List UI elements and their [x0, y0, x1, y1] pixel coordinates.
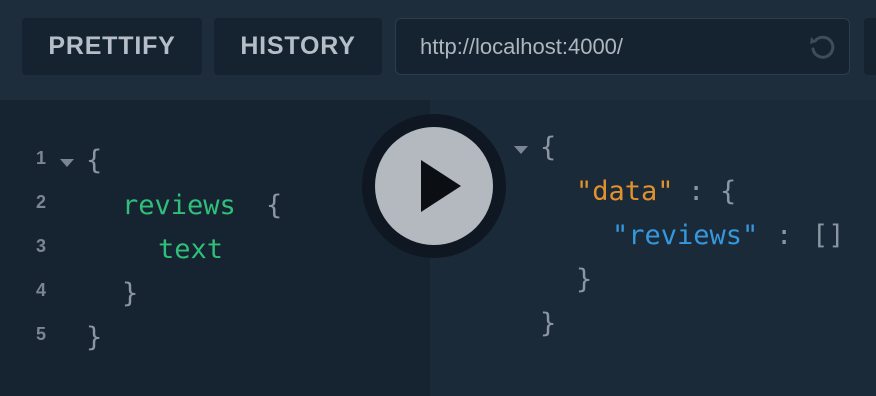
result-viewer: { "data" : { "reviews" : [] } }	[430, 100, 876, 396]
play-icon	[421, 160, 461, 212]
line-number: 4	[36, 280, 47, 300]
result-token: {	[720, 176, 737, 207]
history-button[interactable]: HISTORY	[214, 18, 382, 75]
toolbar: PRETTIFY HISTORY http://localhost:4000/	[0, 0, 876, 100]
result-token: :	[776, 220, 793, 251]
result-value-reviews: []	[812, 220, 845, 251]
code-token: }	[86, 322, 103, 353]
execute-query-button[interactable]	[362, 114, 506, 258]
query-editor[interactable]: 1 { 2 reviews { 3 text 4 } 5 }	[0, 100, 430, 396]
result-token: :	[688, 176, 705, 207]
code-token: text	[158, 234, 224, 265]
endpoint-url-input[interactable]: http://localhost:4000/	[395, 18, 850, 75]
toolbar-overflow-button[interactable]	[864, 18, 876, 75]
result-token: }	[540, 308, 557, 339]
result-key-reviews: "reviews"	[612, 220, 759, 251]
code-token: }	[122, 278, 139, 309]
result-key-data: "data"	[576, 176, 674, 207]
fold-arrow-icon[interactable]	[514, 146, 528, 154]
execute-button-face[interactable]	[375, 127, 493, 245]
code-token: {	[266, 190, 283, 221]
result-token: }	[576, 264, 593, 295]
endpoint-url-text: http://localhost:4000/	[420, 34, 624, 59]
result-token: {	[540, 132, 557, 163]
code-token: reviews	[122, 190, 236, 221]
prettify-button[interactable]: PRETTIFY	[22, 18, 202, 75]
line-number: 5	[36, 324, 47, 344]
line-number: 3	[36, 236, 47, 256]
line-number: 1	[36, 148, 47, 168]
code-token: {	[86, 145, 103, 176]
line-number: 2	[36, 192, 47, 212]
fold-arrow-icon[interactable]	[60, 159, 74, 167]
reload-icon[interactable]	[807, 32, 837, 62]
